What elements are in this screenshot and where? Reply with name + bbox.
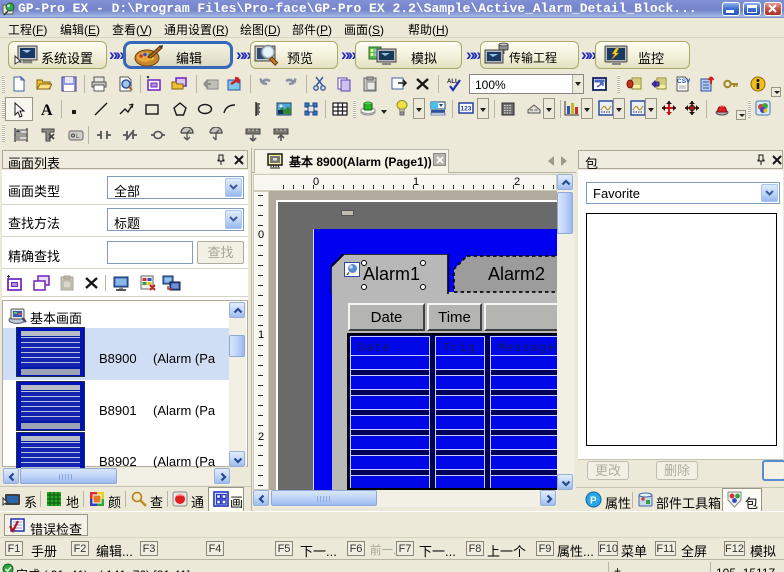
svg-text:P: P xyxy=(590,496,597,507)
svg-text:A: A xyxy=(41,102,53,117)
svg-text:123: 123 xyxy=(461,106,472,113)
svg-text:CSV: CSV xyxy=(677,78,691,85)
